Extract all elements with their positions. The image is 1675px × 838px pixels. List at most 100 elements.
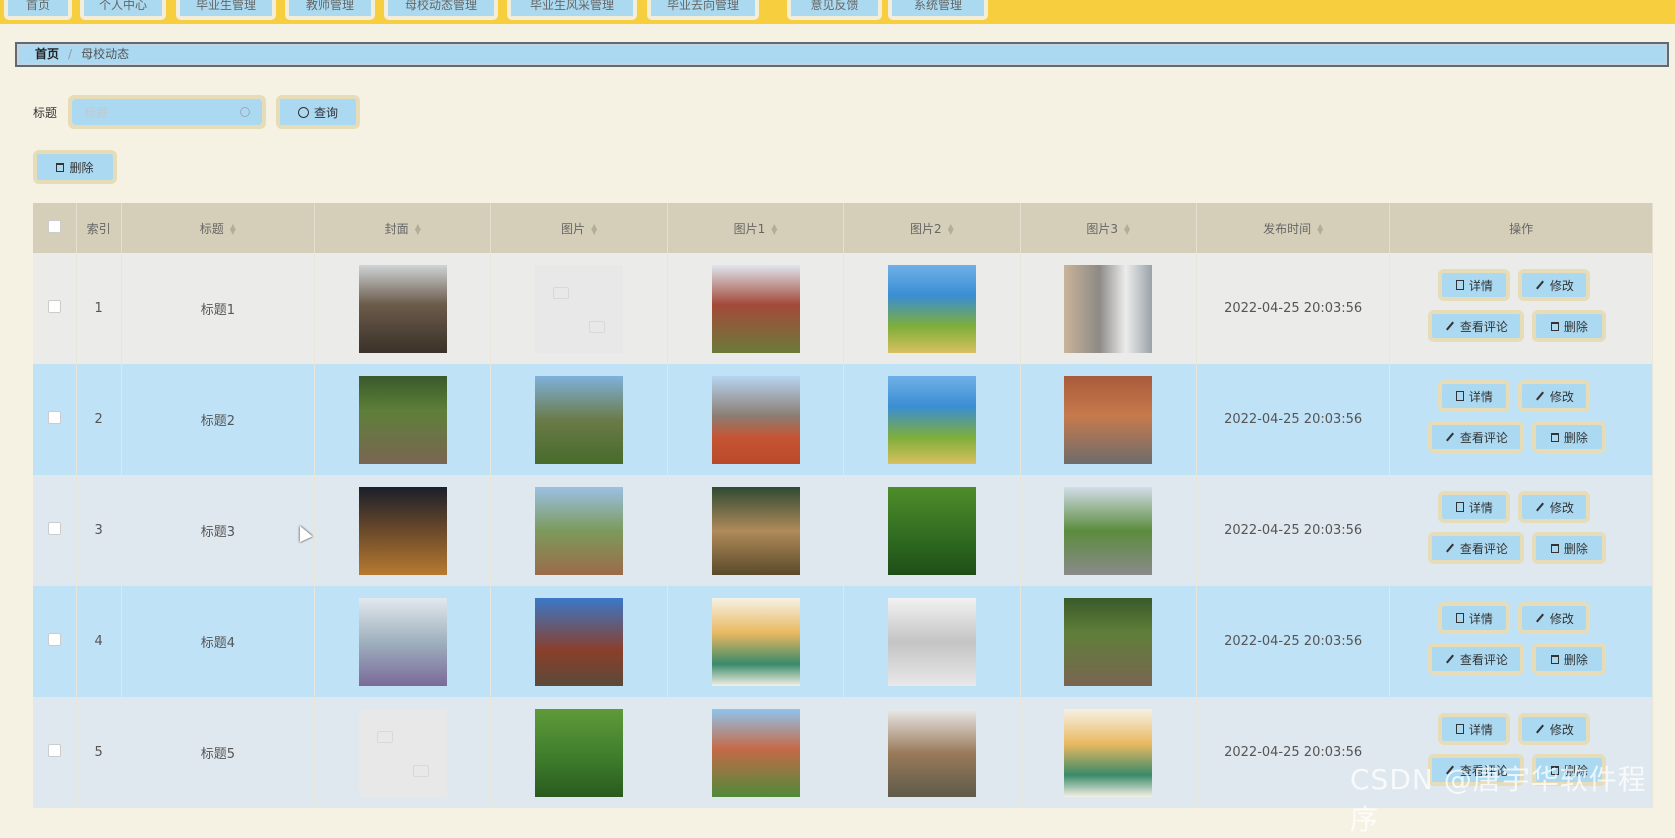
document-icon [1455,724,1464,734]
thumbnail-image[interactable] [1064,486,1153,575]
search-input[interactable] [82,102,236,124]
row-image3-cell [1020,586,1197,697]
row-delete-button[interactable]: 删除 [1532,532,1607,564]
nav-school-news[interactable]: 母校动态管理 [384,0,498,20]
nav-feedback[interactable]: 意见反馈 [787,0,882,20]
row-image1-cell [667,475,845,586]
edit-button[interactable]: 修改 [1518,491,1591,523]
view-comments-button[interactable]: 查看评论 [1428,421,1525,453]
thumbnail-image[interactable] [358,375,447,464]
detail-button[interactable]: 详情 [1438,713,1511,745]
thumbnail-image[interactable] [1064,597,1153,686]
thumbnail-image[interactable] [1064,264,1153,353]
row-delete-label: 删除 [1563,652,1588,667]
row-publish-time: 2022-04-25 20:03:56 [1196,253,1391,364]
thumbnail-image[interactable] [887,264,976,353]
thumbnail-image[interactable] [887,708,976,797]
col-image1[interactable]: 图片1 ▲ ▼ [667,203,845,253]
thumbnail-image[interactable] [1064,375,1153,464]
thumbnail-image[interactable] [711,264,800,353]
bulk-delete-button[interactable]: 删除 [33,150,117,184]
col-image3[interactable]: 图片3 ▲ ▼ [1020,203,1197,253]
edit-button[interactable]: 修改 [1518,602,1591,634]
col-title[interactable]: 标题 ▲ ▼ [121,203,316,253]
image-placeholder-icon[interactable] [535,264,624,353]
view-comments-label: 查看评论 [1459,430,1508,445]
nav-teachers[interactable]: 教师管理 [285,0,375,20]
row-checkbox[interactable] [47,300,61,313]
edit-button[interactable]: 修改 [1518,269,1591,301]
row-publish-time: 2022-04-25 20:03:56 [1196,475,1391,586]
thumbnail-image[interactable] [535,486,624,575]
thumbnail-image[interactable] [711,486,800,575]
row-checkbox[interactable] [47,522,61,535]
nav-personal-center[interactable]: 个人中心 [80,0,166,20]
nav-system[interactable]: 系统管理 [888,0,988,20]
nav-graduates[interactable]: 毕业生管理 [176,0,276,20]
row-image2-cell [843,697,1021,808]
sort-icon[interactable]: ▲ ▼ [415,223,421,236]
col-image2[interactable]: 图片2 ▲ ▼ [843,203,1021,253]
search-button[interactable]: 查询 [276,95,360,129]
edit-button-label: 修改 [1549,500,1574,515]
image-placeholder-icon[interactable] [358,708,447,797]
edit-button[interactable]: 修改 [1518,380,1591,412]
row-cover-cell [314,253,492,364]
thumbnail-image[interactable] [535,375,624,464]
row-delete-label: 删除 [1563,319,1588,334]
sort-icon[interactable]: ▲ ▼ [771,223,777,236]
pen-icon [1445,543,1455,553]
col-cover[interactable]: 封面 ▲ ▼ [314,203,492,253]
top-nav: 首页 个人中心 毕业生管理 教师管理 母校动态管理 毕业生风采管理 毕业去向管理… [0,0,1675,24]
row-checkbox[interactable] [47,744,61,757]
nav-destinations[interactable]: 毕业去向管理 [647,0,759,20]
row-delete-button[interactable]: 删除 [1532,310,1607,342]
view-comments-button[interactable]: 查看评论 [1428,532,1525,564]
thumbnail-image[interactable] [711,708,800,797]
row-checkbox[interactable] [47,633,61,646]
detail-button[interactable]: 详情 [1438,380,1511,412]
sort-icon[interactable]: ▲ ▼ [591,223,597,236]
edit-button[interactable]: 修改 [1518,713,1591,745]
thumbnail-image[interactable] [358,486,447,575]
row-actions: 详情 修改查看评论 删除 [1389,586,1653,697]
thumbnail-image[interactable] [1064,708,1153,797]
detail-button-label: 详情 [1468,278,1493,293]
view-comments-button[interactable]: 查看评论 [1428,310,1525,342]
watermark: CSDN @唐宇华软件程序 [1350,763,1647,836]
sort-icon[interactable]: ▲ ▼ [230,223,236,236]
pen-icon [1445,321,1455,331]
thumbnail-image[interactable] [887,375,976,464]
detail-button[interactable]: 详情 [1438,491,1511,523]
nav-graduate-style[interactable]: 毕业生风采管理 [507,0,637,20]
row-delete-button[interactable]: 删除 [1532,421,1607,453]
nav-home[interactable]: 首页 [4,0,72,20]
select-all-checkbox[interactable] [47,220,61,233]
thumbnail-image[interactable] [887,597,976,686]
row-image1-cell [667,697,845,808]
table-row: 2 标题2 2022-04-25 20:03:56 详情 修改 查看评论 删除 [33,364,1653,475]
thumbnail-image[interactable] [358,264,447,353]
thumbnail-image[interactable] [535,708,624,797]
col-index: 索引 [76,203,122,253]
thumbnail-image[interactable] [887,486,976,575]
row-delete-button[interactable]: 删除 [1532,643,1607,675]
view-comments-button[interactable]: 查看评论 [1428,643,1525,675]
row-actions: 详情 修改查看评论 删除 [1389,475,1653,586]
thumbnail-image[interactable] [358,597,447,686]
sort-icon[interactable]: ▲ ▼ [948,223,954,236]
col-publish-time[interactable]: 发布时间 ▲ ▼ [1196,203,1391,253]
col-image[interactable]: 图片 ▲ ▼ [490,203,668,253]
thumbnail-image[interactable] [711,597,800,686]
sort-icon[interactable]: ▲ ▼ [1317,223,1323,236]
thumbnail-image[interactable] [711,375,800,464]
detail-button[interactable]: 详情 [1438,269,1511,301]
table-row: 4 标题4 2022-04-25 20:03:56 详情 修改 查看评论 删除 [33,586,1653,697]
search-field[interactable] [68,95,266,129]
row-checkbox[interactable] [47,411,61,424]
thumbnail-image[interactable] [535,597,624,686]
breadcrumb-home[interactable]: 首页 [35,47,59,61]
sort-icon[interactable]: ▲ ▼ [1124,223,1130,236]
row-index: 2 [76,364,122,475]
detail-button[interactable]: 详情 [1438,602,1511,634]
